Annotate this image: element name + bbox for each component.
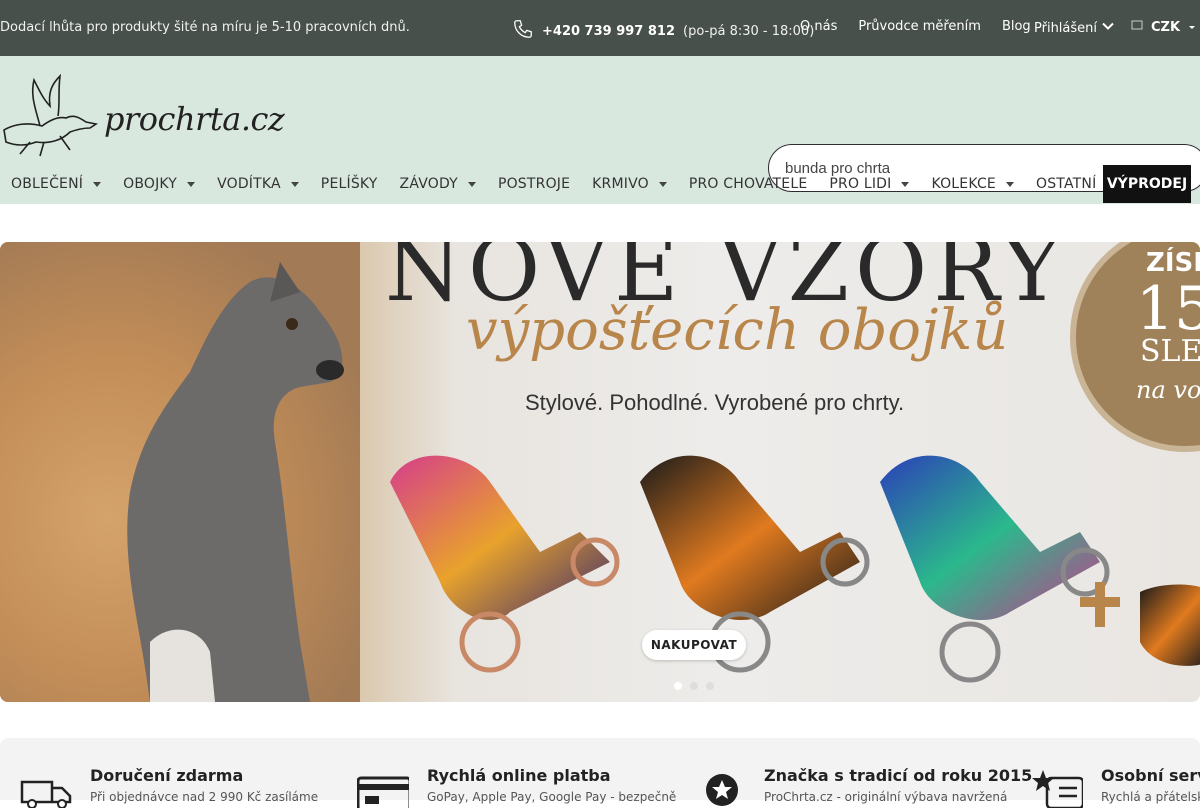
chevron-down-icon [1101, 19, 1115, 37]
badge-line: SLE [1140, 334, 1200, 369]
banner-tagline: Stylové. Pohodlné. Vyrobené pro chrty. [525, 390, 905, 415]
caret-down-icon [1188, 20, 1196, 35]
payment-card-icon [357, 776, 409, 808]
nav-label: OBLEČENÍ [11, 176, 84, 192]
phone-hours: (po-pá 8:30 - 18:00) [683, 23, 815, 39]
link-blog[interactable]: Blog [1002, 19, 1031, 34]
benefit-title: Osobní servi [1101, 766, 1200, 785]
nav-item-clothing[interactable]: OBLEČENÍ [0, 165, 112, 203]
caret-down-icon [658, 181, 667, 187]
login-label[interactable]: Přihlášení [1034, 21, 1097, 36]
login-menu[interactable]: Přihlášení [1034, 19, 1115, 37]
link-measuring-guide[interactable]: Průvodce měřením [858, 19, 981, 34]
delivery-notice: Dodací lhůta pro produkty šité na míru j… [0, 20, 410, 35]
nav-label: OBOJKY [123, 176, 178, 192]
top-links: O nás Průvodce měřením Blog [800, 19, 1052, 34]
caret-down-icon [901, 181, 910, 187]
nav-item-races[interactable]: ZÁVODY [389, 165, 487, 203]
benefit-desc: ProChrta.cz - originální výbava navržená [764, 790, 1008, 804]
benefit-desc: GoPay, Apple Pay, Google Pay - bezpečně [427, 790, 677, 804]
benefit-desc: Při objednávce nad 2 990 Kč zasíláme [90, 790, 319, 804]
nav-item-people[interactable]: PRO LIDI [818, 165, 920, 203]
caret-down-icon [290, 181, 299, 187]
phone-contact[interactable]: +420 739 997 812 (po-pá 8:30 - 18:00) [512, 18, 814, 44]
nav-label: PRO LIDI [829, 176, 892, 192]
nav-label: POSTROJE [497, 176, 571, 192]
caret-down-icon [1005, 181, 1014, 187]
phone-number[interactable]: +420 739 997 812 [542, 24, 675, 39]
benefit-desc: Rychlá a přátelsk [1101, 790, 1200, 804]
benefit-title: Doručení zdarma [90, 766, 244, 785]
service-star-icon [1032, 770, 1083, 808]
top-bar: Dodací lhůta pro produkty šité na míru j… [0, 0, 1200, 56]
currency-selector[interactable]: CZK [1131, 19, 1196, 35]
logo-text: prochrta.cz [104, 100, 285, 138]
nav-label: PELÍŠKY [320, 176, 378, 192]
currency-code[interactable]: CZK [1151, 20, 1180, 35]
greyhound-photo [0, 242, 360, 702]
nav-label: ZÁVODY [399, 176, 458, 192]
star-badge-icon [706, 774, 738, 806]
nav-item-harnesses[interactable]: POSTROJE [487, 165, 581, 203]
carousel-dot[interactable] [690, 682, 698, 690]
nav-item-sale[interactable]: VÝPRODEJ [1103, 165, 1191, 203]
badge-line: na vo [1136, 376, 1200, 404]
nav-item-leashes[interactable]: VODÍTKA [206, 165, 310, 203]
banner-script: výpošťecích obojků [466, 298, 1009, 363]
carousel-dots [674, 682, 714, 690]
hero-banner[interactable]: NOVÉ VZORY výpošťecích obojků Stylové. P… [0, 242, 1200, 702]
caret-down-icon [467, 181, 476, 187]
nav-item-breeders[interactable]: PRO CHOVATELE [678, 165, 819, 203]
phone-icon [512, 18, 534, 44]
nav-label: KRMIVO [592, 176, 649, 192]
nav-item-beds[interactable]: PELÍŠKY [310, 165, 389, 203]
collar-products-image [390, 455, 1200, 683]
benefits-strip: Doručení zdarma Při objednávce nad 2 990… [0, 738, 1200, 808]
nav-label: VODÍTKA [217, 176, 281, 192]
nav-label: KOLEKCE [931, 176, 996, 192]
caret-down-icon [93, 181, 102, 187]
benefit-title: Značka s tradicí od roku 2015 [764, 766, 1033, 785]
nav-item-collars[interactable]: OBOJKY [112, 165, 206, 203]
flag-icon [1131, 19, 1143, 35]
truck-icon [20, 780, 72, 808]
discount-badge: ZÍSK 15 SLE na vo [1070, 242, 1200, 452]
nav-label: PRO CHOVATELE [688, 176, 808, 192]
benefit-title: Rychlá online platba [427, 766, 611, 785]
main-nav: OBLEČENÍ OBOJKY VODÍTKA PELÍŠKY ZÁVODY P… [0, 165, 1200, 203]
carousel-dot[interactable] [706, 682, 714, 690]
caret-down-icon [187, 181, 196, 187]
nav-item-collections[interactable]: KOLEKCE [920, 165, 1025, 203]
link-about[interactable]: O nás [800, 19, 837, 34]
site-logo[interactable]: prochrta.cz [0, 70, 285, 160]
greyhound-logo-icon [3, 73, 99, 157]
shop-now-button[interactable]: NAKUPOVAT [642, 630, 746, 660]
carousel-dot[interactable] [674, 682, 682, 690]
nav-label: OSTATNÍ [1035, 176, 1097, 192]
nav-item-food[interactable]: KRMIVO [581, 165, 678, 203]
